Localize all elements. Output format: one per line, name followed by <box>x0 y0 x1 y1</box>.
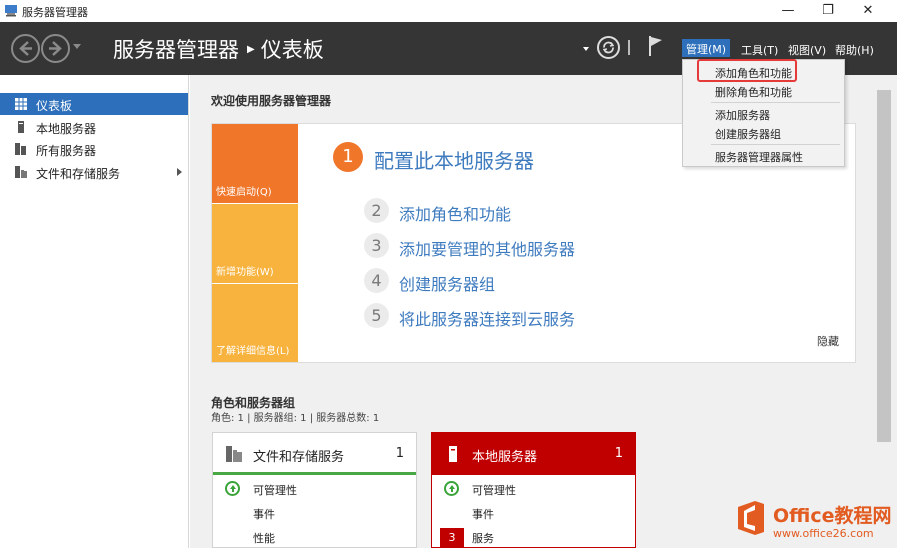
tile-label: 快速启动(Q) <box>216 187 272 198</box>
sidebar-item-label: 所有服务器 <box>36 144 97 158</box>
notifications-flag-icon[interactable] <box>648 35 664 57</box>
menu-divider <box>711 102 840 103</box>
role-card-file-storage[interactable]: 文件和存储服务 1 可管理性 事件 性能 <box>212 432 417 548</box>
watermark-url: www.office26.com <box>773 527 874 540</box>
watermark-name: Office教程网 <box>773 505 892 527</box>
sidebar: 仪表板 本地服务器 所有服务器 文件和存储服务 <box>0 75 189 548</box>
sidebar-item-label: 文件和存储服务 <box>36 167 121 181</box>
restore-button[interactable]: ❐ <box>808 0 848 22</box>
annotation-highlight-box <box>697 59 797 82</box>
step-add-servers-link[interactable]: 添加要管理的其他服务器 <box>399 236 575 260</box>
ok-status-icon <box>444 481 459 496</box>
row-label: 可管理性 <box>472 484 516 497</box>
card-count: 1 <box>614 446 623 461</box>
menu-item-remove-roles[interactable]: 删除角色和功能 <box>715 84 792 100</box>
close-button[interactable]: ✕ <box>848 0 888 22</box>
roles-summary: 角色: 1 | 服务器组: 1 | 服务器总数: 1 <box>211 413 380 424</box>
tile-learn-more[interactable]: 了解详细信息(L) <box>212 284 298 362</box>
refresh-icon <box>602 41 615 54</box>
refresh-button[interactable] <box>597 36 620 59</box>
window-title: 服务器管理器 <box>22 6 88 19</box>
row-label: 事件 <box>472 508 494 521</box>
card-row-events[interactable]: 事件 <box>432 502 635 524</box>
card-title: 本地服务器 <box>472 450 538 465</box>
row-label: 服务 <box>472 532 494 545</box>
sidebar-item-file-storage[interactable]: 文件和存储服务 <box>0 161 188 183</box>
dashboard-icon <box>15 98 27 110</box>
hide-link[interactable]: 隐藏 <box>817 333 839 349</box>
office-logo-icon <box>738 501 764 535</box>
breadcrumb-current: 仪表板 <box>260 38 324 62</box>
tile-label: 了解详细信息(L) <box>216 346 290 357</box>
card-row-manageability[interactable]: 可管理性 <box>432 478 635 500</box>
step-connect-cloud-link[interactable]: 将此服务器连接到云服务 <box>399 306 575 330</box>
arrow-right-icon <box>49 41 62 56</box>
step-create-group-link[interactable]: 创建服务器组 <box>399 271 495 295</box>
expand-arrow-icon[interactable] <box>177 168 182 176</box>
tile-quick-start[interactable]: 快速启动(Q) <box>212 124 298 203</box>
sidebar-item-label: 本地服务器 <box>36 122 97 136</box>
card-title: 文件和存储服务 <box>253 450 345 465</box>
step-add-roles-link[interactable]: 添加角色和功能 <box>399 201 511 225</box>
row-label: 事件 <box>253 508 275 521</box>
manage-menu[interactable]: 管理(M) <box>682 39 731 57</box>
tile-whats-new[interactable]: 新增功能(W) <box>212 204 298 283</box>
title-bar: 服务器管理器 — ❐ ✕ <box>0 0 897 22</box>
file-storage-icon <box>15 166 27 178</box>
sidebar-item-local-server[interactable]: 本地服务器 <box>0 116 188 138</box>
sidebar-item-dashboard[interactable]: 仪表板 <box>0 93 188 115</box>
arrow-left-icon <box>19 41 32 56</box>
sidebar-item-all-servers[interactable]: 所有服务器 <box>0 138 188 160</box>
card-header[interactable]: 文件和存储服务 1 <box>213 433 416 475</box>
breadcrumb: 服务器管理器 ▶ 仪表板 <box>113 34 324 64</box>
minimize-button[interactable]: — <box>768 0 808 22</box>
step-number: 2 <box>364 198 389 223</box>
watermark: Office教程网 www.office26.com <box>731 495 897 548</box>
header-divider <box>628 40 630 55</box>
history-dropdown-icon[interactable] <box>73 44 81 49</box>
step-number: 1 <box>333 142 363 172</box>
card-row-services[interactable]: 3 服务 <box>432 526 635 548</box>
file-storage-icon <box>226 446 242 462</box>
menu-item-create-server-group[interactable]: 创建服务器组 <box>715 126 781 142</box>
step-number: 3 <box>364 233 389 258</box>
menu-item-add-servers[interactable]: 添加服务器 <box>715 107 770 123</box>
menu-item-properties[interactable]: 服务器管理器属性 <box>715 149 803 165</box>
scrollbar-thumb[interactable] <box>877 90 891 442</box>
card-row-performance[interactable]: 性能 <box>213 526 416 548</box>
server-icon <box>18 121 24 133</box>
card-row-events[interactable]: 事件 <box>213 502 416 524</box>
welcome-title: 欢迎使用服务器管理器 <box>211 94 332 108</box>
tile-label: 新增功能(W) <box>216 267 274 278</box>
server-manager-app-icon <box>5 5 17 17</box>
step-configure-local-server-link[interactable]: 配置此本地服务器 <box>374 145 534 174</box>
row-label: 可管理性 <box>253 484 297 497</box>
role-card-local-server[interactable]: 本地服务器 1 可管理性 事件 3 服务 <box>431 432 636 548</box>
row-label: 性能 <box>253 532 275 545</box>
card-row-manageability[interactable]: 可管理性 <box>213 478 416 500</box>
alert-count-badge: 3 <box>440 528 464 547</box>
step-number: 5 <box>364 303 389 328</box>
forward-button[interactable] <box>41 34 70 63</box>
chevron-down-icon[interactable] <box>583 47 589 51</box>
server-icon <box>449 446 457 462</box>
step-number: 4 <box>364 268 389 293</box>
back-button[interactable] <box>11 34 40 63</box>
tools-menu[interactable]: 工具(T) <box>741 42 778 58</box>
sidebar-item-label: 仪表板 <box>36 99 73 113</box>
menu-divider <box>711 144 840 145</box>
view-menu[interactable]: 视图(V) <box>788 42 826 58</box>
card-count: 1 <box>395 446 404 461</box>
breadcrumb-root[interactable]: 服务器管理器 <box>113 38 239 62</box>
help-menu[interactable]: 帮助(H) <box>835 42 874 58</box>
card-header[interactable]: 本地服务器 1 <box>432 433 635 475</box>
servers-icon <box>15 143 26 155</box>
ok-status-icon <box>225 481 240 496</box>
breadcrumb-separator-icon: ▶ <box>247 43 255 55</box>
